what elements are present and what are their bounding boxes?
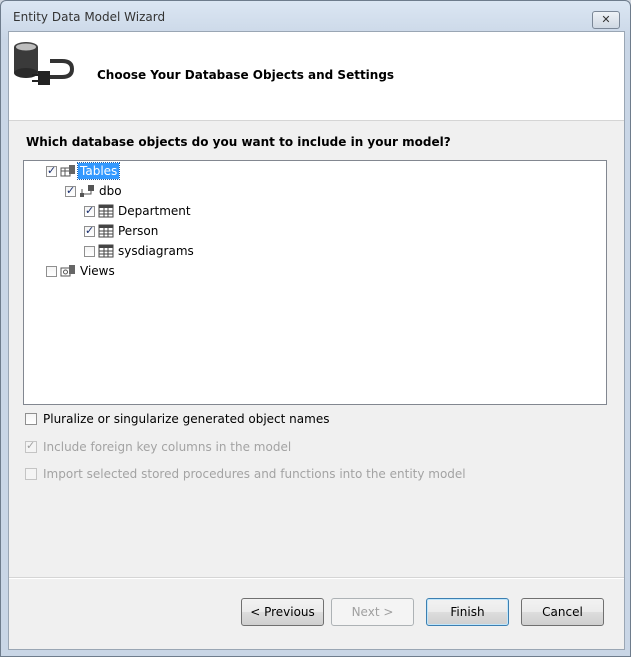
cancel-button[interactable]: Cancel	[521, 598, 604, 626]
previous-button[interactable]: < Previous	[241, 598, 324, 626]
table-checkbox[interactable]	[84, 204, 95, 217]
tree-node-table[interactable]: Department	[84, 202, 193, 220]
page-title: Choose Your Database Objects and Setting…	[97, 68, 395, 82]
wizard-client-area: Choose Your Database Objects and Setting…	[8, 31, 625, 650]
table-label: Person	[118, 224, 159, 238]
database-objects-tree[interactable]: Tables dbo	[23, 160, 607, 405]
table-label: sysdiagrams	[118, 244, 194, 258]
views-folder-icon	[60, 265, 75, 277]
database-connection-icon	[14, 42, 75, 85]
next-button: Next >	[331, 598, 414, 626]
wizard-window: Entity Data Model Wizard ✕ Choose Your D…	[0, 0, 631, 657]
window-title: Entity Data Model Wizard	[13, 10, 166, 24]
wizard-header: Choose Your Database Objects and Setting…	[9, 32, 624, 121]
tree-node-dbo[interactable]: dbo	[65, 182, 124, 200]
title-bar: Entity Data Model Wizard ✕	[1, 1, 630, 31]
dbo-label: dbo	[99, 184, 122, 198]
stored-procs-option: Import selected stored procedures and fu…	[25, 467, 466, 481]
tables-checkbox[interactable]	[46, 164, 57, 177]
finish-button[interactable]: Finish	[426, 598, 509, 626]
foreign-keys-option: Include foreign key columns in the model	[25, 439, 292, 454]
objects-question: Which database objects do you want to in…	[26, 135, 451, 149]
tree-node-table[interactable]: Person	[84, 222, 160, 240]
foreign-keys-label: Include foreign key columns in the model	[43, 440, 292, 454]
footer-divider	[9, 577, 624, 579]
dbo-checkbox[interactable]	[65, 184, 76, 197]
tree-node-views[interactable]: Views	[46, 262, 117, 280]
table-label: Department	[118, 204, 191, 218]
pluralize-label: Pluralize or singularize generated objec…	[43, 412, 330, 426]
tree-node-tables[interactable]: Tables	[46, 162, 121, 180]
views-checkbox[interactable]	[46, 265, 57, 277]
table-icon	[98, 244, 114, 258]
stored-procs-checkbox	[25, 468, 37, 480]
close-button[interactable]: ✕	[592, 11, 620, 29]
views-label: Views	[80, 264, 115, 278]
table-icon	[98, 224, 114, 238]
schema-icon	[80, 185, 94, 197]
foreign-keys-checkbox	[25, 439, 37, 453]
table-checkbox[interactable]	[84, 245, 95, 257]
tables-label: Tables	[76, 162, 121, 180]
tree-node-table[interactable]: sysdiagrams	[84, 242, 196, 260]
table-checkbox[interactable]	[84, 224, 95, 237]
stored-procs-label: Import selected stored procedures and fu…	[43, 467, 466, 481]
pluralize-checkbox[interactable]	[25, 413, 37, 425]
tables-folder-icon	[60, 165, 75, 177]
table-icon	[98, 204, 114, 218]
pluralize-option[interactable]: Pluralize or singularize generated objec…	[25, 412, 329, 426]
